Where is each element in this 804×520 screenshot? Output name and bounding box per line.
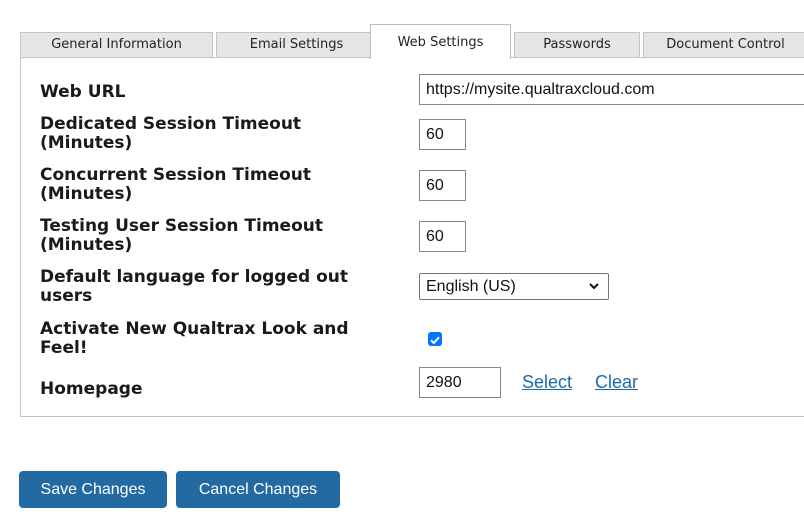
settings-tab-bar: General Information Email Settings Web S… — [20, 24, 804, 59]
homepage-label: Homepage — [40, 379, 143, 399]
concurrent-timeout-label-line1: Concurrent Session Timeout — [40, 165, 311, 185]
testing-timeout-label-line2: (Minutes) — [40, 235, 133, 255]
dedicated-timeout-label: Dedicated Session Timeout (Minutes) — [40, 115, 301, 153]
new-look-label: Activate New Qualtrax Look and Feel! — [40, 320, 349, 358]
default-language-label-line1: Default language for logged out — [40, 267, 348, 287]
web-url-input[interactable] — [419, 74, 804, 105]
testing-timeout-label: Testing User Session Timeout (Minutes) — [40, 217, 323, 255]
web-url-label: Web URL — [40, 82, 126, 102]
cancel-changes-button[interactable]: Cancel Changes — [176, 471, 340, 508]
homepage-input[interactable] — [419, 367, 501, 398]
testing-timeout-input[interactable] — [419, 221, 466, 252]
homepage-clear-link[interactable]: Clear — [595, 372, 638, 393]
checkmark-icon — [430, 336, 440, 345]
testing-timeout-label-line1: Testing User Session Timeout — [40, 216, 323, 236]
tab-document-control[interactable]: Document Control — [643, 32, 804, 58]
default-language-label: Default language for logged out users — [40, 268, 348, 306]
tab-web-settings[interactable]: Web Settings — [370, 24, 511, 59]
concurrent-timeout-label-line2: (Minutes) — [40, 184, 133, 204]
tab-email-settings[interactable]: Email Settings — [216, 32, 377, 58]
concurrent-timeout-label: Concurrent Session Timeout (Minutes) — [40, 166, 311, 204]
new-look-label-line1: Activate New Qualtrax Look and — [40, 319, 349, 339]
tab-general-information[interactable]: General Information — [20, 32, 213, 58]
new-look-label-line2: Feel! — [40, 338, 88, 358]
tab-passwords[interactable]: Passwords — [514, 32, 640, 58]
homepage-select-link[interactable]: Select — [522, 372, 572, 393]
default-language-select[interactable]: English (US) — [419, 273, 609, 300]
new-look-checkbox[interactable] — [428, 332, 442, 346]
chevron-down-icon — [589, 283, 599, 290]
concurrent-timeout-input[interactable] — [419, 170, 466, 201]
default-language-label-line2: users — [40, 286, 93, 306]
dedicated-timeout-label-line1: Dedicated Session Timeout — [40, 114, 302, 134]
dedicated-timeout-label-line2: (Minutes) — [40, 133, 133, 153]
save-changes-button[interactable]: Save Changes — [19, 471, 167, 508]
default-language-value: English (US) — [426, 278, 516, 295]
dedicated-timeout-input[interactable] — [419, 119, 466, 150]
